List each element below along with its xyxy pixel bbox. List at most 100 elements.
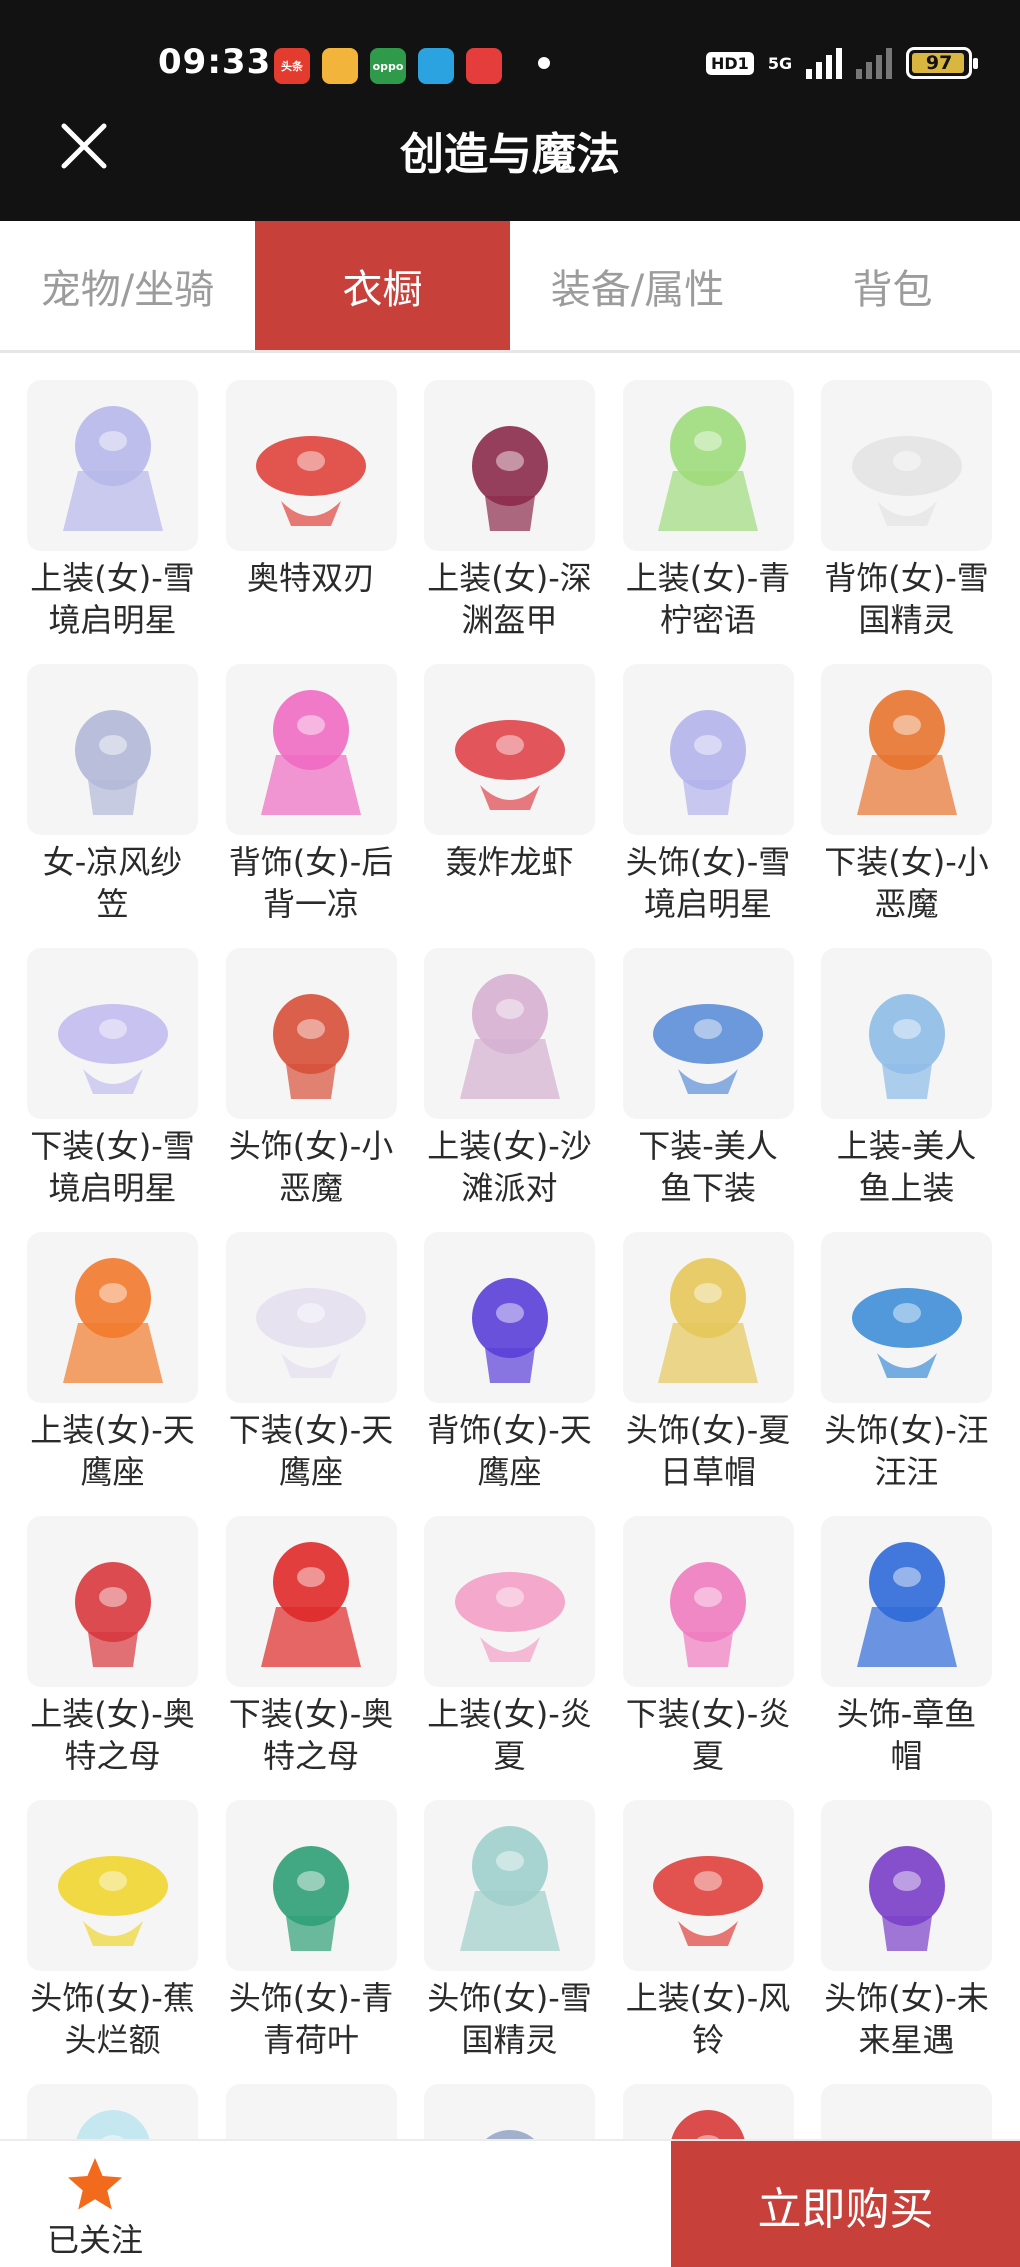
item-thumbnail	[424, 948, 595, 1119]
wardrobe-item[interactable]: 头饰(女)-未来星遇	[821, 1800, 992, 2062]
wardrobe-item[interactable]: 头饰(女)-汪汪汪	[821, 1232, 992, 1494]
item-thumbnail-art	[62, 1257, 163, 1383]
wardrobe-item[interactable]: 下装(女)-小恶魔	[821, 664, 992, 926]
telegram-icon	[418, 48, 454, 84]
wardrobe-item[interactable]: 下装-美人鱼下装	[622, 948, 794, 1210]
item-thumbnail-art	[459, 1825, 560, 1951]
wardrobe-item[interactable]: 上装(女)-炎夏	[424, 1516, 595, 1778]
item-name: 上装(女)-雪境启明星	[30, 559, 195, 639]
item-thumbnail	[622, 1516, 794, 1687]
item-thumbnail-art	[261, 689, 361, 815]
item-thumbnail-art	[454, 1571, 565, 1662]
item-thumbnail	[821, 1232, 992, 1403]
item-name: 背饰(女)-后背一凉	[228, 843, 394, 923]
item-thumbnail-art	[851, 1287, 962, 1378]
item-thumbnail-art	[57, 1003, 168, 1094]
item-name: 上装(女)-青柠密语	[625, 559, 791, 639]
item-thumbnail	[821, 948, 992, 1119]
item-thumbnail	[821, 1516, 992, 1687]
tab-pets-mounts[interactable]: 宠物/坐骑	[0, 221, 255, 350]
item-thumbnail	[424, 1800, 595, 1971]
item-name: 上装(女)-深渊盔甲	[427, 559, 592, 639]
item-name: 上装(女)-沙滩派对	[427, 1127, 592, 1207]
item-thumbnail	[27, 1800, 198, 1971]
item-thumbnail-art	[856, 689, 957, 815]
tab-wardrobe[interactable]: 衣橱	[255, 221, 510, 350]
wardrobe-item[interactable]: 头饰(女)-雪国精灵	[424, 1800, 595, 2062]
item-thumbnail-art	[74, 1561, 151, 1667]
item-thumbnail-art	[256, 1287, 366, 1378]
wardrobe-item[interactable]: 上装(女)-青柠密语	[622, 380, 794, 642]
wardrobe-item[interactable]: 背饰(女)-雪国精灵	[821, 380, 992, 642]
item-thumbnail	[821, 1800, 992, 1971]
item-thumbnail	[27, 1516, 198, 1687]
buy-now-button[interactable]: 立即购买	[671, 2141, 1020, 2267]
item-thumbnail	[821, 664, 992, 835]
wardrobe-item[interactable]: 背饰(女)-后背一凉	[225, 664, 397, 926]
item-name: 头饰(女)-青青荷叶	[228, 1979, 394, 2059]
item-thumbnail	[424, 664, 595, 835]
item-name: 下装(女)-小恶魔	[824, 843, 989, 923]
wardrobe-item[interactable]: 上装(女)-沙滩派对	[424, 948, 595, 1210]
item-thumbnail	[622, 664, 794, 835]
item-name: 头饰(女)-小恶魔	[228, 1127, 394, 1207]
wardrobe-item[interactable]: 上装(女)-雪境启明星	[27, 380, 198, 642]
item-name: 上装(女)-天鹰座	[30, 1411, 195, 1491]
item-thumbnail-art	[256, 435, 366, 526]
item-name: 背饰(女)-雪国精灵	[824, 559, 989, 639]
wardrobe-item[interactable]: 下装(女)-雪境启明星	[27, 948, 198, 1210]
item-thumbnail-art	[74, 709, 151, 815]
item-thumbnail	[27, 380, 198, 551]
item-thumbnail	[424, 380, 595, 551]
wardrobe-item[interactable]: 下装(女)-炎夏	[622, 1516, 794, 1778]
battery-level: 97	[925, 52, 953, 74]
item-name: 上装-美人鱼上装	[836, 1127, 977, 1207]
wardrobe-item[interactable]: 奥特双刃	[225, 380, 397, 642]
wardrobe-item[interactable]: 上装(女)-天鹰座	[27, 1232, 198, 1494]
follow-button[interactable]: 已关注	[30, 2155, 160, 2265]
wardrobe-item[interactable]: 轰炸龙虾	[424, 664, 595, 926]
item-thumbnail-art	[653, 1003, 763, 1094]
wardrobe-item[interactable]: 上装-美人鱼上装	[821, 948, 992, 1210]
wardrobe-item[interactable]: 上装(女)-深渊盔甲	[424, 380, 595, 642]
wardrobe-item[interactable]: 头饰-章鱼帽	[821, 1516, 992, 1778]
network-type-label: 5G	[767, 53, 793, 73]
oppo-store-icon: oppo	[370, 48, 406, 84]
wardrobe-item[interactable]: 头饰(女)-小恶魔	[225, 948, 397, 1210]
star-icon	[68, 2158, 122, 2210]
wardrobe-item[interactable]: 背饰(女)-天鹰座	[424, 1232, 595, 1494]
item-thumbnail	[225, 948, 397, 1119]
item-name: 头饰(女)-雪国精灵	[427, 1979, 592, 2059]
item-thumbnail	[225, 1232, 397, 1403]
wardrobe-item[interactable]: 下装(女)-天鹰座	[225, 1232, 397, 1494]
item-thumbnail-art	[670, 1561, 746, 1667]
wardrobe-item[interactable]: 上装(女)-奥特之母	[27, 1516, 198, 1778]
wardrobe-item[interactable]: 头饰(女)-夏日草帽	[622, 1232, 794, 1494]
wardrobe-item[interactable]: 女-凉风纱笠	[27, 664, 198, 926]
wardrobe-item[interactable]: 头饰(女)-雪境启明星	[622, 664, 794, 926]
wardrobe-item[interactable]: 头饰(女)-蕉头烂额	[27, 1800, 198, 2062]
item-thumbnail-art	[471, 1277, 548, 1383]
item-name: 下装(女)-奥特之母	[228, 1695, 394, 1775]
wardrobe-item[interactable]: 下装(女)-奥特之母	[225, 1516, 397, 1778]
page-title: 创造与魔法	[400, 129, 620, 180]
tab-backpack[interactable]: 背包	[765, 221, 1020, 350]
second-signal-icon	[856, 47, 893, 79]
item-name: 下装(女)-天鹰座	[228, 1411, 394, 1491]
item-thumbnail-art	[868, 993, 945, 1099]
item-thumbnail	[424, 1516, 595, 1687]
item-thumbnail-art	[273, 1845, 349, 1951]
item-thumbnail-art	[471, 425, 548, 531]
item-name: 上装(女)-炎夏	[427, 1695, 592, 1775]
tab-equipment-attributes[interactable]: 装备/属性	[510, 221, 765, 350]
item-thumbnail	[27, 948, 198, 1119]
item-thumbnail-art	[454, 719, 565, 810]
item-thumbnail	[622, 1800, 794, 1971]
wardrobe-item[interactable]: 头饰(女)-青青荷叶	[225, 1800, 397, 2062]
item-thumbnail-art	[658, 405, 758, 531]
wardrobe-item[interactable]: 上装(女)-风铃	[622, 1800, 794, 2062]
item-thumbnail-art	[62, 405, 163, 531]
sunglasses-app-icon	[322, 48, 358, 84]
item-name: 轰炸龙虾	[445, 843, 574, 881]
bottom-action-bar: 已关注 立即购买	[0, 2139, 1020, 2267]
